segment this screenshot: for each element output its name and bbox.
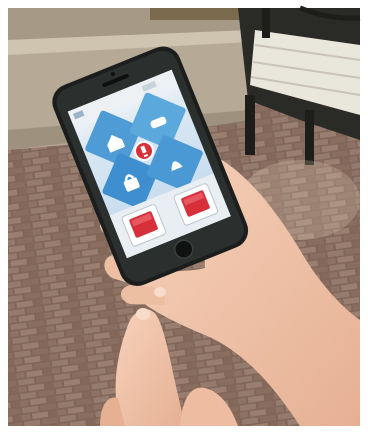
photo-scene	[0, 0, 368, 434]
